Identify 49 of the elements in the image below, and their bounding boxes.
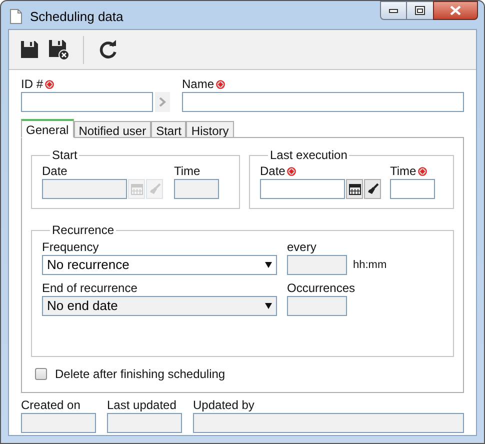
input-field[interactable] [21, 92, 153, 112]
calendar-icon [130, 183, 142, 195]
field-label: every [287, 239, 316, 256]
tab[interactable]: Start [151, 121, 186, 138]
field-label: Date [42, 163, 68, 180]
field-label: Time [390, 163, 416, 180]
minimize-icon [389, 8, 398, 12]
input-field[interactable] [390, 179, 435, 199]
field-label: Last updated [107, 397, 176, 414]
calendar-button[interactable] [346, 179, 363, 199]
field-label: Date [260, 163, 286, 180]
group-title: Start [51, 147, 78, 164]
calendar-icon [348, 183, 360, 195]
field-label: Updated by [193, 397, 254, 414]
document-icon [10, 9, 22, 24]
close-icon [450, 6, 461, 15]
dropdown[interactable]: No recurrence [42, 255, 277, 275]
tab[interactable]: General [21, 119, 74, 138]
eraser-brush-icon [366, 183, 378, 195]
eraser-brush-icon [148, 183, 160, 195]
next-button[interactable] [155, 92, 170, 112]
field-label: ID # [21, 76, 44, 93]
input-field[interactable] [182, 92, 464, 112]
restore-icon [415, 6, 425, 15]
clear-button[interactable] [364, 179, 381, 199]
tab[interactable]: History [186, 121, 234, 138]
group-title: Recurrence [51, 222, 116, 239]
unit-label: hh:mm [353, 258, 387, 273]
maximize-button[interactable] [407, 1, 433, 20]
field-label: Occurrences [287, 280, 356, 297]
field-label: End of recurrence [42, 280, 138, 297]
minimize-button[interactable] [380, 1, 407, 20]
input-field[interactable] [260, 179, 345, 199]
field-label: Frequency [42, 239, 99, 256]
tab[interactable]: Notified user [74, 121, 152, 138]
close-button[interactable] [433, 1, 478, 20]
field-label: Time [174, 163, 200, 180]
window-title: Scheduling data [30, 8, 124, 26]
checkbox[interactable] [35, 368, 47, 380]
dropdown-arrow-icon [265, 303, 272, 309]
save-and-close-button[interactable] [47, 38, 71, 62]
field-label: Created on [21, 397, 80, 414]
field-label: Name [182, 76, 214, 93]
group-title: Last execution [269, 147, 348, 164]
floppy-disk-close-icon [48, 38, 70, 60]
checkbox-label: Delete after finishing scheduling [55, 366, 226, 383]
dropdown-arrow-icon [265, 262, 272, 268]
chevron-right-icon [159, 97, 166, 107]
refresh-icon [98, 40, 118, 60]
